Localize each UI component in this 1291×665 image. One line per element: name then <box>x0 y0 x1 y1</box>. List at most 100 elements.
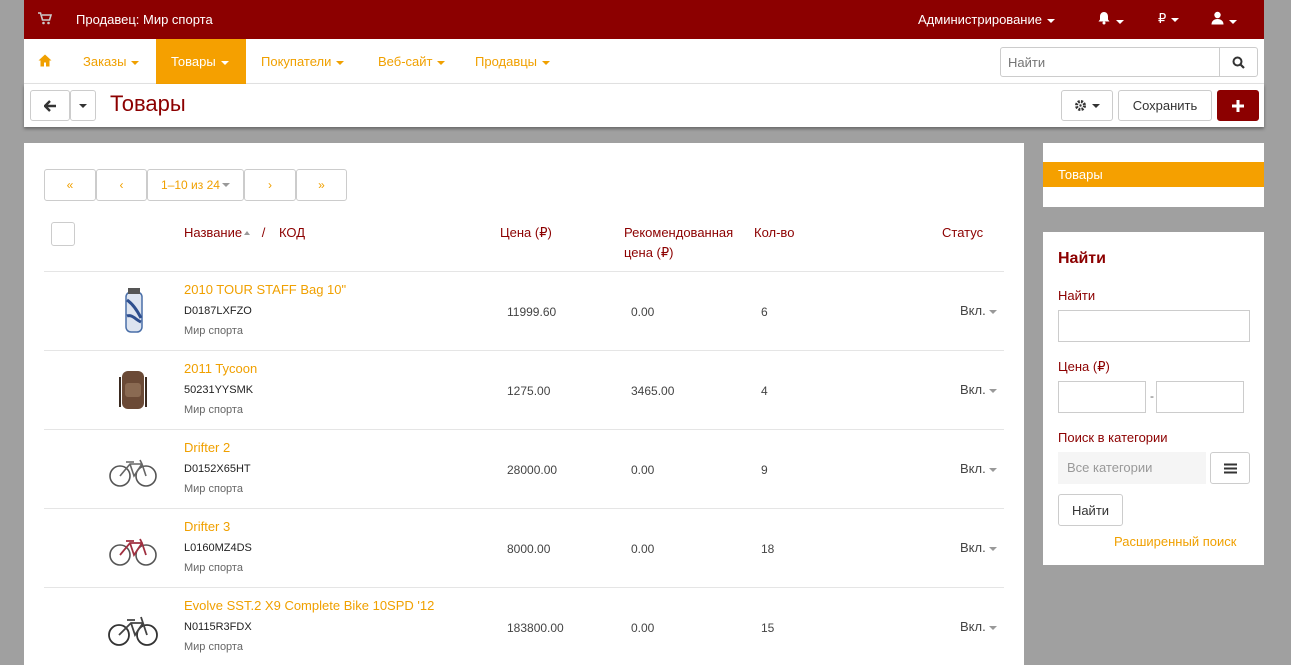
currency-symbol: ₽ <box>1158 11 1167 26</box>
search-name-input[interactable] <box>1058 310 1250 342</box>
vendor-name[interactable]: Продавец: Мир спорта <box>76 12 213 27</box>
user-menu[interactable] <box>1211 11 1237 28</box>
chevron-down-icon <box>221 183 230 187</box>
product-recommended-price[interactable]: 3465.00 <box>631 384 674 398</box>
product-code: N0115R3FDX <box>184 621 252 633</box>
pager-prev-button[interactable]: ‹ <box>96 169 147 201</box>
product-name-link[interactable]: Drifter 3 <box>184 519 230 534</box>
chevron-down-icon <box>1092 103 1100 108</box>
admin-menu-label: Администрирование <box>918 12 1042 27</box>
products-panel: « ‹ 1–10 из 24 › » Название / КОД Цена (… <box>24 143 1024 665</box>
status-dropdown[interactable]: Вкл. <box>960 303 997 318</box>
status-dropdown[interactable]: Вкл. <box>960 461 997 476</box>
product-quantity[interactable]: 9 <box>761 463 768 477</box>
product-price[interactable]: 8000.00 <box>507 542 550 556</box>
product-price[interactable]: 28000.00 <box>507 463 557 477</box>
recommended-price-line1: Рекомендованная <box>624 225 734 240</box>
chevron-down-icon <box>988 309 997 314</box>
nav-orders[interactable]: Заказы <box>68 39 154 84</box>
recommended-price-line2: цена (₽) <box>624 245 674 260</box>
column-header-recommended-price[interactable]: Рекомендованная цена (₽) <box>624 223 733 263</box>
nav-products-label: Товары <box>171 54 216 69</box>
chevron-down-icon <box>220 60 229 65</box>
product-recommended-price[interactable]: 0.00 <box>631 305 654 319</box>
search-name-label: Найти <box>1058 288 1096 303</box>
bell-icon <box>1098 12 1110 25</box>
select-all-checkbox[interactable] <box>51 222 75 246</box>
product-price[interactable]: 11999.60 <box>507 305 556 319</box>
top-bar: Продавец: Мир спорта Администрирование ₽ <box>24 0 1264 39</box>
search-icon <box>1232 56 1245 69</box>
back-button[interactable] <box>30 90 70 121</box>
column-header-quantity[interactable]: Кол-во <box>754 223 794 243</box>
bicycle-image[interactable] <box>106 523 160 575</box>
product-vendor: Мир спорта <box>184 562 243 574</box>
nav-customers[interactable]: Покупатели <box>246 39 359 84</box>
settings-dropdown[interactable] <box>1061 90 1113 121</box>
price-filter-label: Цена (₽) <box>1058 359 1110 374</box>
bicycle-image[interactable] <box>106 444 160 496</box>
golf-bag-image[interactable] <box>106 286 160 338</box>
chevron-down-icon <box>542 60 551 65</box>
search-submit-button[interactable]: Найти <box>1058 494 1123 526</box>
column-separator: / <box>261 225 266 240</box>
search-button[interactable] <box>1219 48 1257 76</box>
search-input[interactable] <box>1001 48 1219 76</box>
currency-menu[interactable]: ₽ <box>1158 11 1180 27</box>
bicycle-image[interactable] <box>106 602 160 654</box>
notifications-menu[interactable] <box>1097 11 1124 28</box>
shopping-cart-icon[interactable] <box>38 12 53 26</box>
nav-products[interactable]: Товары <box>156 39 246 84</box>
table-row: 2010 TOUR STAFF Bag 10" D0187LXFZO Мир с… <box>44 271 1004 350</box>
product-price[interactable]: 183800.00 <box>507 621 564 635</box>
product-quantity[interactable]: 15 <box>761 621 774 635</box>
product-quantity[interactable]: 4 <box>761 384 768 398</box>
status-dropdown[interactable]: Вкл. <box>960 619 997 634</box>
user-icon <box>1211 11 1224 25</box>
product-recommended-price[interactable]: 0.00 <box>631 621 654 635</box>
status-label: Вкл. <box>960 461 986 476</box>
plus-icon <box>1232 99 1244 112</box>
price-to-input[interactable] <box>1156 381 1244 413</box>
category-picker-button[interactable] <box>1210 452 1250 484</box>
column-header-price[interactable]: Цена (₽) <box>500 223 552 243</box>
product-quantity[interactable]: 18 <box>761 542 774 556</box>
status-label: Вкл. <box>960 382 986 397</box>
back-history-dropdown[interactable] <box>70 90 96 121</box>
table-row: Drifter 2 D0152X65HT Мир спорта 28000.00… <box>44 429 1004 508</box>
pager-first-button[interactable]: « <box>44 169 96 201</box>
product-name-link[interactable]: Evolve SST.2 X9 Complete Bike 10SPD '12 <box>184 598 434 613</box>
save-button[interactable]: Сохранить <box>1118 90 1212 121</box>
product-price[interactable]: 1275.00 <box>507 384 550 398</box>
product-quantity[interactable]: 6 <box>761 305 768 319</box>
category-item-products[interactable]: Товары <box>1043 162 1264 187</box>
nav-website[interactable]: Веб-сайт <box>363 39 460 84</box>
advanced-search-link[interactable]: Расширенный поиск <box>1114 534 1236 549</box>
product-recommended-price[interactable]: 0.00 <box>631 463 654 477</box>
category-picker-field[interactable]: Все категории <box>1058 452 1206 484</box>
chevron-down-icon <box>336 60 345 65</box>
nav-vendors[interactable]: Продавцы <box>460 39 565 84</box>
nav-website-label: Веб-сайт <box>378 54 433 69</box>
status-label: Вкл. <box>960 540 986 555</box>
chevron-down-icon <box>1046 18 1055 23</box>
pager-range-dropdown[interactable]: 1–10 из 24 <box>147 169 244 201</box>
backpack-image[interactable] <box>106 365 160 417</box>
pager-next-button[interactable]: › <box>244 169 296 201</box>
pager-last-button[interactable]: » <box>296 169 347 201</box>
product-name-link[interactable]: Drifter 2 <box>184 440 230 455</box>
price-from-input[interactable] <box>1058 381 1146 413</box>
column-header-name[interactable]: Название / КОД <box>184 223 305 243</box>
home-icon[interactable] <box>38 54 52 70</box>
sort-asc-icon <box>244 230 251 235</box>
status-dropdown[interactable]: Вкл. <box>960 540 997 555</box>
status-dropdown[interactable]: Вкл. <box>960 382 997 397</box>
column-header-status[interactable]: Статус <box>942 223 983 243</box>
price-range-separator: - <box>1150 389 1154 403</box>
product-recommended-price[interactable]: 0.00 <box>631 542 654 556</box>
admin-menu[interactable]: Администрирование <box>918 12 1055 27</box>
product-name-link[interactable]: 2011 Tycoon <box>184 361 257 376</box>
nav-orders-label: Заказы <box>83 54 127 69</box>
add-product-button[interactable] <box>1217 90 1259 121</box>
product-name-link[interactable]: 2010 TOUR STAFF Bag 10" <box>184 282 346 297</box>
